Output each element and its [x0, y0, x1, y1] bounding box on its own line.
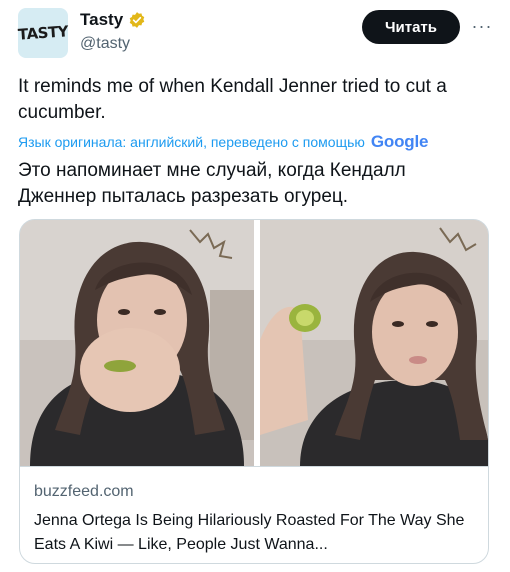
translation-note-text: Язык оригинала: английский, переведено с…	[18, 134, 365, 150]
translated-tweet-text: Это напоминает мне случай, когда Кендалл…	[18, 160, 406, 207]
card-headline: Jenna Ortega Is Being Hilariously Roaste…	[34, 512, 465, 553]
tweet-header: TASTY Tasty @tasty Читать ···	[0, 0, 510, 68]
avatar-logo-text: TASTY	[17, 22, 69, 44]
account-handle[interactable]: @tasty	[80, 35, 130, 53]
tweet-text: It reminds me of when Kendall Jenner tri…	[18, 76, 447, 123]
translation-note[interactable]: Язык оригинала: английский, переведено с…	[18, 132, 498, 152]
card-image-left	[20, 220, 254, 466]
more-options-icon[interactable]: ···	[470, 16, 494, 36]
google-logo: Google	[370, 132, 429, 151]
avatar[interactable]: TASTY	[17, 8, 69, 58]
link-card[interactable]: buzzfeed.com Jenna Ortega Is Being Hilar…	[19, 219, 489, 564]
card-media[interactable]	[20, 220, 488, 466]
follow-button[interactable]: Читать	[362, 10, 460, 44]
verified-badge-icon	[129, 12, 145, 28]
account-name[interactable]: Tasty	[80, 10, 123, 30]
card-domain: buzzfeed.com	[34, 483, 134, 500]
card-image-right	[260, 220, 488, 466]
account-name-row: Tasty	[80, 10, 146, 30]
card-footer[interactable]: buzzfeed.com Jenna Ortega Is Being Hilar…	[20, 466, 488, 563]
